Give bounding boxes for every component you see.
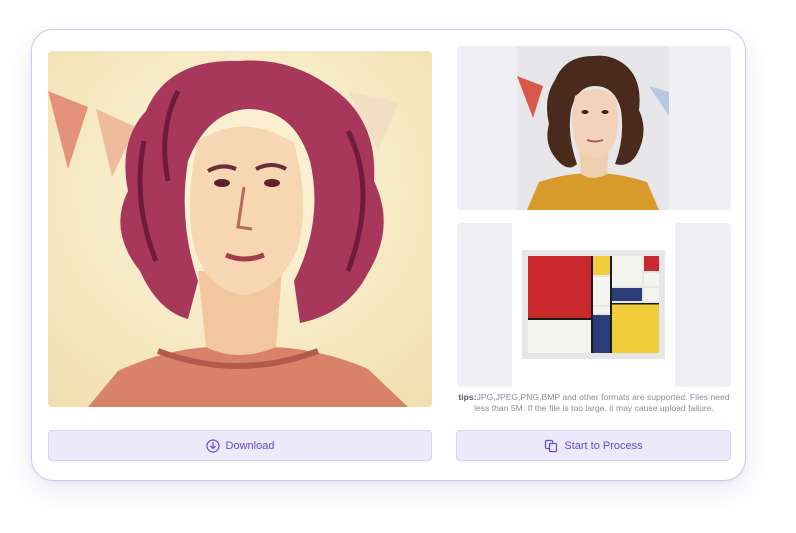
upload-tips: tips:JPG,JPEG,PNG,BMP and other formats … [457,392,731,414]
style-reference-frame [512,223,675,387]
original-photo [517,46,669,210]
download-button[interactable]: Download [48,430,432,461]
tips-text: JPG,JPEG,PNG,BMP and other formats are s… [474,392,730,413]
result-image [48,51,432,407]
copy-process-icon [544,439,558,453]
download-label: Download [225,439,275,452]
style-reference-panel[interactable] [457,223,731,387]
start-process-button[interactable]: Start to Process [456,430,731,461]
download-circle-icon [205,438,220,453]
mondrian-artwork [522,250,665,359]
tips-label: tips: [458,392,477,402]
original-image-panel[interactable] [457,46,731,210]
start-process-label: Start to Process [564,439,643,452]
